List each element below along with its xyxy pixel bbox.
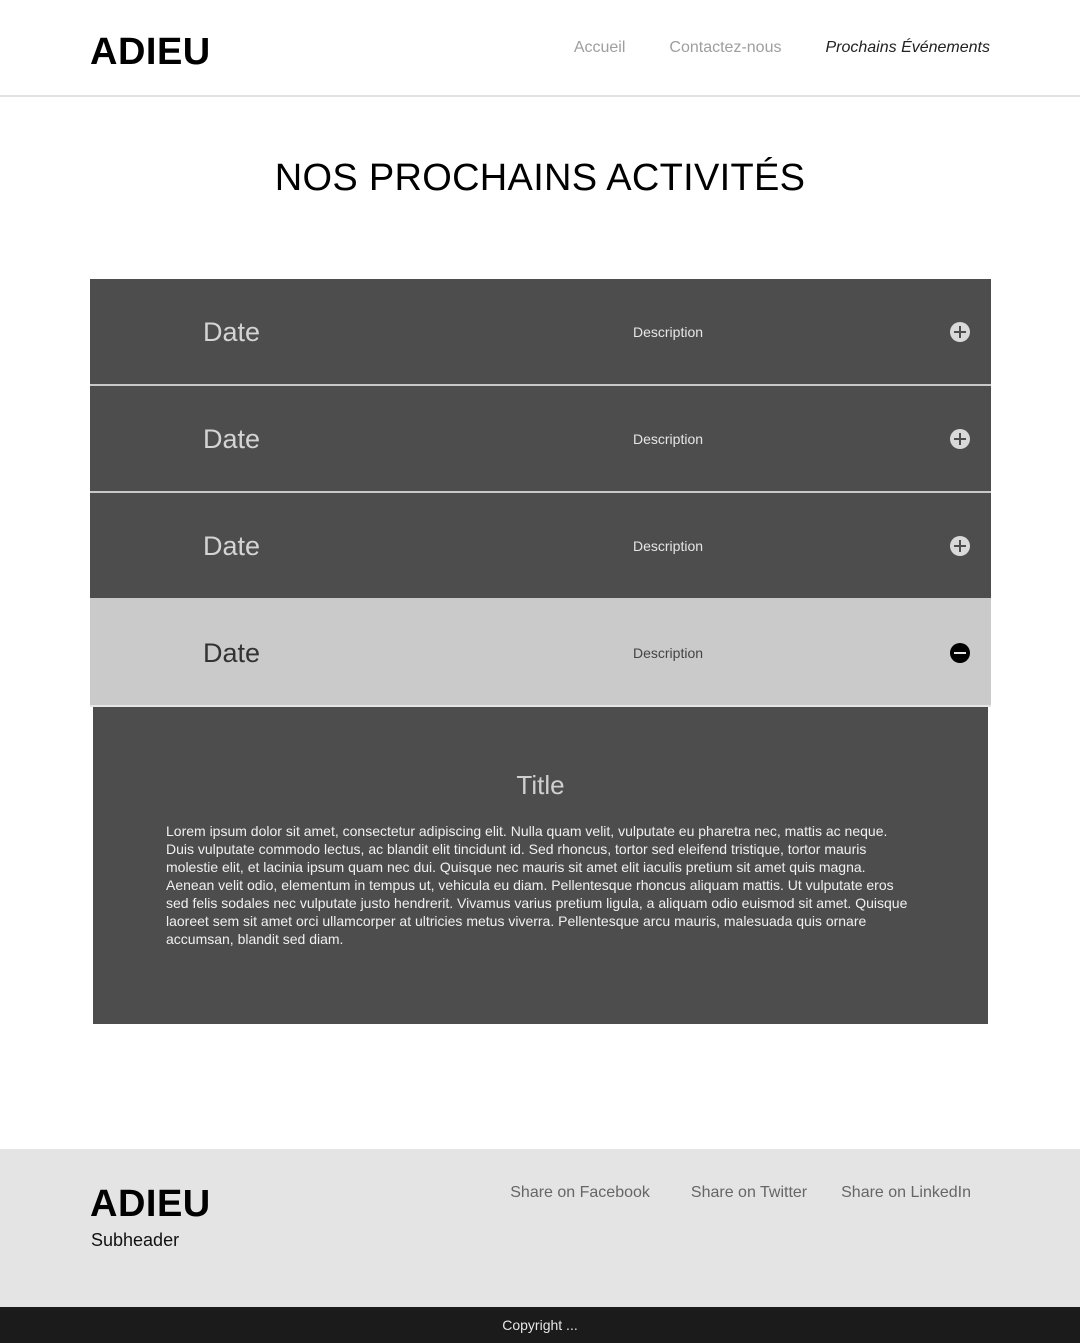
share-linkedin-link[interactable]: Share on LinkedIn — [841, 1183, 971, 1203]
share-twitter-link[interactable]: Share on Twitter — [691, 1183, 807, 1203]
event-description: Description — [633, 324, 704, 340]
events-accordion: Date Description Date Description Date D… — [90, 279, 991, 707]
accordion-panel: Title Lorem ipsum dolor sit amet, consec… — [93, 707, 988, 1024]
nav-link-events[interactable]: Prochains Événements — [825, 38, 990, 58]
share-facebook-link[interactable]: Share on Facebook — [510, 1183, 650, 1203]
site-header: ADIEU Accueil Contactez-nous Prochains É… — [0, 0, 1080, 97]
accordion-row[interactable]: Date Description — [90, 386, 991, 493]
nav-link-contact[interactable]: Contactez-nous — [669, 38, 781, 58]
plus-circle-icon[interactable] — [950, 536, 970, 556]
accordion-row[interactable]: Date Description — [90, 279, 991, 386]
panel-body: Lorem ipsum dolor sit amet, consectetur … — [166, 823, 908, 947]
site-footer: ADIEU Subheader Share on Facebook Share … — [0, 1149, 1080, 1307]
event-description: Description — [633, 538, 704, 554]
share-links: Share on Facebook Share on Twitter Share… — [510, 1183, 971, 1203]
panel-title: Title — [516, 770, 565, 800]
copyright-bar: Copyright ... — [0, 1307, 1080, 1343]
footer-logo: ADIEU — [90, 1183, 211, 1225]
main-nav: Accueil Contactez-nous Prochains Événeme… — [530, 38, 990, 58]
site-logo[interactable]: ADIEU — [90, 31, 211, 73]
plus-circle-icon[interactable] — [950, 322, 970, 342]
event-date: Date — [203, 424, 261, 454]
event-description: Description — [633, 645, 704, 661]
footer-subheader: Subheader — [91, 1230, 180, 1250]
event-description: Description — [633, 431, 704, 447]
accordion-row[interactable]: Date Description — [90, 493, 991, 600]
event-date: Date — [203, 531, 261, 561]
event-date: Date — [203, 638, 261, 668]
event-date: Date — [203, 317, 261, 347]
plus-circle-icon[interactable] — [950, 429, 970, 449]
page-title: NOS PROCHAINS ACTIVITÉS — [274, 157, 806, 199]
minus-circle-icon[interactable] — [950, 643, 970, 663]
nav-link-accueil[interactable]: Accueil — [574, 38, 626, 58]
accordion-row-expanded[interactable]: Date Description — [90, 600, 991, 707]
